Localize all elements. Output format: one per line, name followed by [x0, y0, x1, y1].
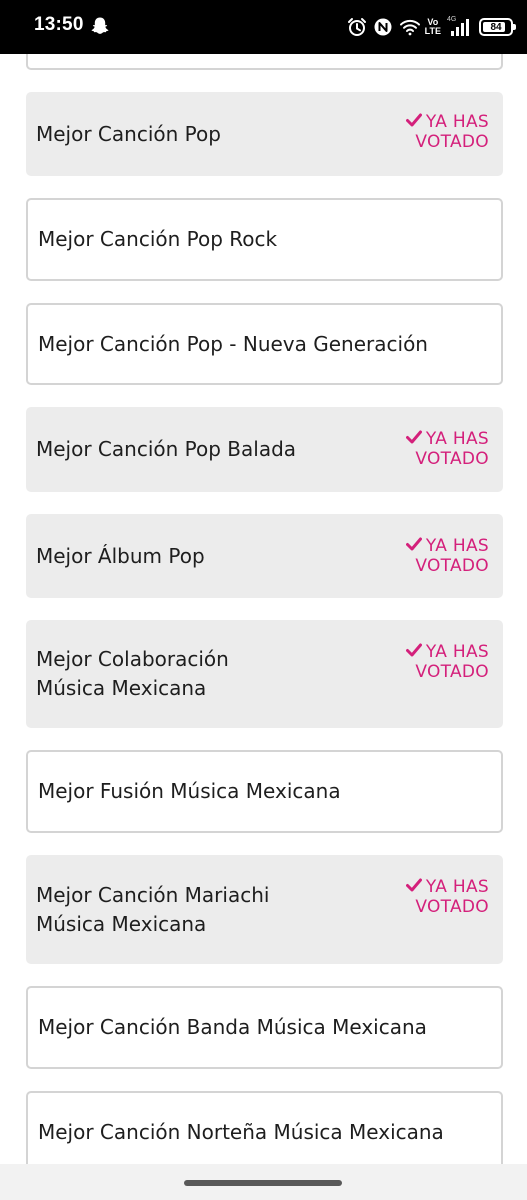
- nfc-icon: [373, 17, 393, 37]
- battery-icon: 84: [479, 18, 516, 36]
- category-title: Mejor Canción Norteña Música Mexicana: [38, 1120, 444, 1144]
- category-card-voted[interactable]: Mejor Canción Pop Balada YA HAS VOTADO: [26, 407, 503, 492]
- voted-badge: YA HAS VOTADO: [405, 642, 489, 682]
- category-title: Mejor Colaboración Música Mexicana: [36, 647, 229, 700]
- network-type: Vo LTE: [425, 18, 441, 36]
- category-card-voted[interactable]: Mejor Colaboración Música Mexicana YA HA…: [26, 620, 503, 728]
- network-lte: LTE: [424, 26, 441, 36]
- alarm-icon: [347, 17, 367, 37]
- checkmark-icon: [405, 430, 422, 444]
- voted-label-line2: VOTADO: [415, 449, 489, 469]
- voted-label-line2: VOTADO: [415, 897, 489, 917]
- category-title: Mejor Canción Pop - Nueva Generación: [38, 331, 428, 356]
- voted-label-line2: VOTADO: [415, 662, 489, 682]
- category-list[interactable]: Mejor Canción Pop YA HAS VOTADO Mejor Ca…: [0, 54, 527, 1164]
- voted-label-line2: VOTADO: [415, 556, 489, 576]
- wifi-icon: [399, 17, 420, 37]
- category-title: Mejor Canción Pop Balada: [36, 437, 297, 461]
- voted-label-line1: YA HAS: [425, 112, 489, 132]
- signal-icon: 4G: [447, 16, 469, 38]
- category-card-voted[interactable]: Mejor Canción Pop YA HAS VOTADO: [26, 92, 503, 176]
- category-title: Mejor Canción Banda Música Mexicana: [38, 1015, 427, 1039]
- category-title: Mejor Canción Pop Rock: [38, 227, 278, 251]
- voted-label-line1: YA HAS: [425, 877, 489, 897]
- category-card[interactable]: Mejor Canción Banda Música Mexicana: [26, 986, 503, 1069]
- battery-tip: [513, 24, 516, 30]
- status-bar: 13:50 Vo LTE 4G 84: [0, 0, 527, 54]
- voted-label-line2: VOTADO: [415, 132, 489, 152]
- checkmark-icon: [405, 537, 422, 551]
- voted-label-line1: YA HAS: [425, 642, 489, 662]
- home-gesture-handle[interactable]: [184, 1180, 342, 1186]
- category-card[interactable]: Mejor Fusión Música Mexicana: [26, 750, 503, 833]
- voted-badge: YA HAS VOTADO: [405, 112, 489, 152]
- category-card-voted[interactable]: Mejor Canción Mariachi Música Mexicana Y…: [26, 855, 503, 964]
- voted-badge: YA HAS VOTADO: [405, 536, 489, 576]
- category-card[interactable]: Mejor Canción Norteña Música Mexicana: [26, 1091, 503, 1164]
- category-card-voted[interactable]: Mejor Álbum Pop YA HAS VOTADO: [26, 514, 503, 598]
- battery-level: 84: [490, 21, 502, 33]
- voted-badge: YA HAS VOTADO: [405, 877, 489, 917]
- category-card[interactable]: [26, 54, 503, 70]
- status-time: 13:50: [34, 14, 84, 35]
- status-icons: Vo LTE 4G 84: [347, 13, 516, 41]
- category-title: Mejor Fusión Música Mexicana: [38, 779, 341, 803]
- category-card[interactable]: Mejor Canción Pop Rock: [26, 198, 503, 281]
- network-gen: 4G: [447, 16, 457, 23]
- voted-label-line1: YA HAS: [425, 429, 489, 449]
- voted-label-line1: YA HAS: [425, 536, 489, 556]
- checkmark-icon: [405, 113, 422, 127]
- category-card[interactable]: Mejor Canción Pop - Nueva Generación: [26, 303, 503, 385]
- voted-badge: YA HAS VOTADO: [405, 429, 489, 469]
- checkmark-icon: [405, 643, 422, 657]
- category-title: Mejor Canción Mariachi Música Mexicana: [36, 882, 270, 936]
- category-title: Mejor Canción Pop: [36, 121, 221, 146]
- checkmark-icon: [405, 878, 422, 892]
- navigation-bar: [0, 1164, 527, 1200]
- category-title: Mejor Álbum Pop: [36, 543, 205, 568]
- snapchat-ghost-icon: [90, 16, 110, 36]
